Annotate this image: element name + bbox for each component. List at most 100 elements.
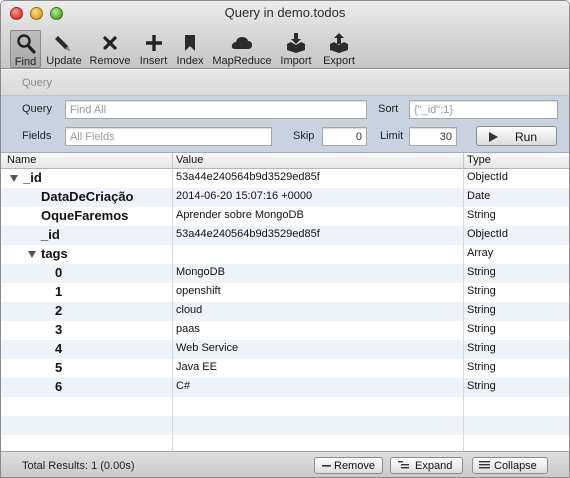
row-value: 53a44e240564b9d3529ed85f (176, 171, 320, 183)
row-value: C# (176, 380, 191, 392)
sort-label: Sort (378, 103, 399, 115)
row-name: 2 (55, 303, 63, 318)
row-name: 3 (55, 322, 63, 337)
column-type-header[interactable]: Type (467, 154, 491, 166)
row-value: Web Service (176, 342, 239, 354)
table-row[interactable]: _id 53a44e240564b9d3529ed85f ObjectId (1, 169, 569, 188)
column-divider (463, 169, 464, 451)
expand-icon (398, 461, 409, 469)
import-button[interactable]: Import (278, 30, 314, 68)
index-label: Index (176, 55, 204, 67)
results-table-header: Name Value Type (1, 153, 569, 169)
query-panel: Query Sort Fields Skip Limit Run (1, 96, 569, 153)
pencil-icon (55, 36, 70, 51)
query-input[interactable] (65, 100, 367, 119)
import-label: Import (280, 55, 312, 67)
table-row[interactable]: 3 paas String (1, 321, 569, 340)
table-row[interactable]: _id 53a44e240564b9d3529ed85f ObjectId (1, 226, 569, 245)
row-name: 4 (55, 341, 63, 356)
fields-input[interactable] (65, 127, 272, 146)
empty-table-row[interactable] (1, 397, 569, 416)
query-section-label: Query (22, 77, 52, 89)
disclosure-triangle-icon[interactable] (28, 251, 36, 258)
sort-input[interactable] (409, 100, 558, 119)
table-row[interactable]: 1 openshift String (1, 283, 569, 302)
remove-label: Remove (89, 55, 131, 67)
row-value: 2014-06-20 15:07:16 +0000 (176, 190, 313, 202)
row-type: String (467, 209, 496, 221)
insert-button[interactable]: Insert (137, 30, 170, 68)
title-toolbar: Query in demo.todos Find Update Remove I… (1, 1, 569, 69)
row-type: Array (467, 247, 494, 259)
row-value: MongoDB (176, 266, 225, 278)
update-label: Update (46, 55, 82, 67)
row-name: _id (23, 170, 42, 185)
results-table: _id 53a44e240564b9d3529ed85f ObjectId DataD… (1, 169, 569, 451)
mapreduce-button[interactable]: MapReduce (212, 30, 272, 68)
row-type: String (467, 380, 496, 392)
find-button[interactable]: Find (10, 30, 41, 68)
empty-table-row[interactable] (1, 416, 569, 435)
row-value: openshift (176, 285, 221, 297)
bookmark-icon (185, 35, 195, 51)
window-title: Query in demo.todos (224, 5, 346, 20)
cloud-icon (231, 37, 252, 49)
minus-icon (322, 465, 331, 467)
table-row[interactable]: tags Array (1, 245, 569, 264)
import-icon (287, 33, 305, 53)
table-row[interactable]: 5 Java EE String (1, 359, 569, 378)
export-button[interactable]: Export (321, 30, 357, 68)
table-row[interactable]: OqueFaremos Aprender sobre MongoDB String (1, 207, 569, 226)
expand-button-label: Expand (415, 460, 453, 472)
empty-table-row[interactable] (1, 435, 569, 451)
collapse-button[interactable]: Collapse (472, 457, 548, 474)
disclosure-triangle-icon[interactable] (10, 175, 18, 182)
limit-input[interactable] (409, 127, 457, 146)
plus-icon (145, 35, 162, 51)
row-value: 53a44e240564b9d3529ed85f (176, 228, 320, 240)
index-button[interactable]: Index (175, 30, 205, 68)
row-name: 0 (55, 265, 63, 280)
table-row[interactable]: 4 Web Service String (1, 340, 569, 359)
remove-toolbar-button[interactable]: Remove (89, 30, 131, 68)
x-icon (103, 36, 117, 50)
row-name: 5 (55, 360, 63, 375)
column-divider (172, 169, 173, 451)
limit-label: Limit (380, 130, 404, 142)
run-button[interactable]: Run (476, 126, 557, 146)
skip-input[interactable] (322, 127, 367, 146)
column-separator[interactable] (172, 153, 173, 169)
query-label: Query (22, 103, 52, 115)
row-type: String (467, 266, 496, 278)
row-name: 1 (55, 284, 63, 299)
export-label: Export (323, 55, 355, 67)
row-type: String (467, 323, 496, 335)
column-separator[interactable] (463, 153, 464, 169)
row-value: Aprender sobre MongoDB (176, 209, 304, 221)
table-row[interactable]: 0 MongoDB String (1, 264, 569, 283)
fields-label: Fields (22, 130, 52, 142)
export-icon (330, 33, 348, 53)
query-section-header[interactable]: Query (1, 70, 569, 96)
remove-button[interactable]: Remove (314, 457, 383, 474)
table-row[interactable]: 6 C# String (1, 378, 569, 397)
play-icon (489, 132, 498, 142)
find-label: Find (14, 56, 37, 68)
run-label: Run (515, 130, 538, 144)
row-type: String (467, 361, 496, 373)
row-name: tags (41, 246, 68, 261)
expand-button[interactable]: Expand (390, 457, 463, 474)
column-value-header[interactable]: Value (176, 154, 203, 166)
row-type: String (467, 304, 496, 316)
collapse-button-label: Collapse (494, 460, 537, 472)
row-type: ObjectId (467, 228, 508, 240)
row-value: cloud (176, 304, 203, 316)
table-row[interactable]: DataDeCriação 2014-06-20 15:07:16 +0000 Da… (1, 188, 569, 207)
column-name-header[interactable]: Name (7, 154, 36, 166)
skip-label: Skip (293, 130, 315, 142)
row-name: 6 (55, 379, 63, 394)
remove-button-label: Remove (334, 460, 375, 472)
table-row[interactable]: 2 cloud String (1, 302, 569, 321)
update-button[interactable]: Update (45, 30, 83, 68)
magnifier-icon (16, 34, 36, 54)
